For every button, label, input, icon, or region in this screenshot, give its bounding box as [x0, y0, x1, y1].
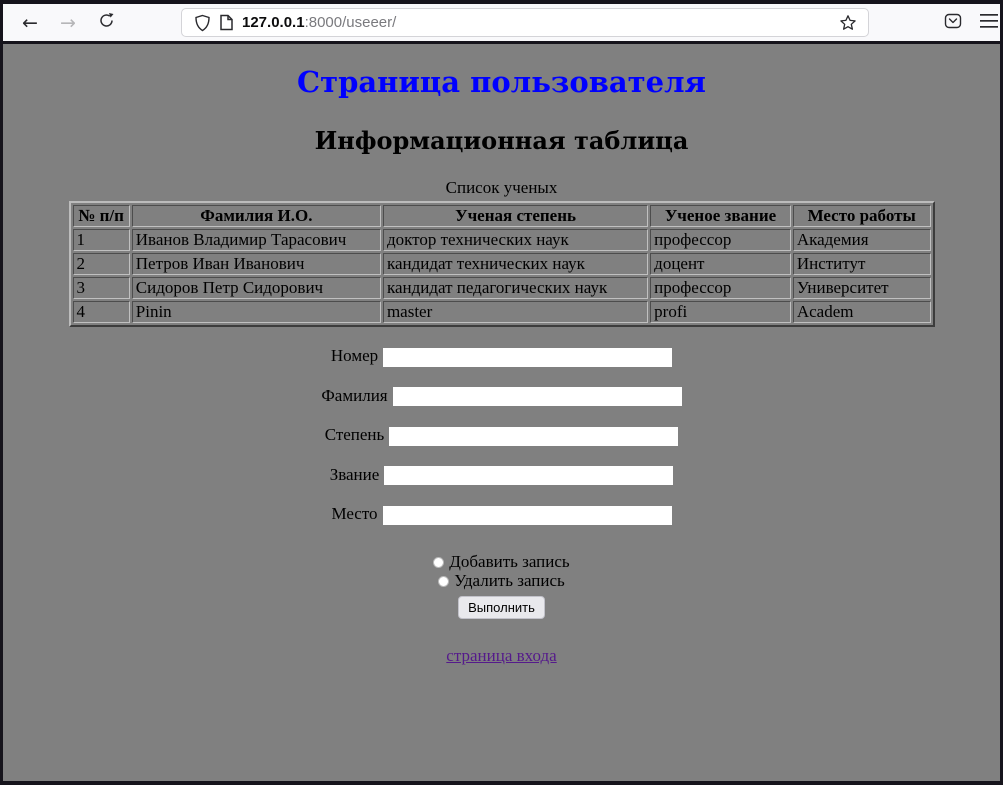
workplace-label: Место — [331, 504, 377, 523]
login-page-link[interactable]: страница входа — [446, 646, 556, 665]
cell-degree: кандидат технических наук — [383, 253, 648, 275]
reload-icon — [98, 12, 115, 34]
form-row-degree: Степень — [3, 425, 1000, 446]
degree-input[interactable] — [389, 427, 678, 446]
cell-rank: доцент — [650, 253, 791, 275]
form-row-rank: Звание — [3, 465, 1000, 486]
action-radio-group: Добавить запись Удалить запись — [3, 552, 1000, 590]
page-title: Страница пользователя — [3, 65, 1000, 99]
forward-arrow-icon: → — [60, 12, 76, 34]
url-bar[interactable]: 127.0.0.1:8000/useeer/ — [181, 8, 869, 37]
bookmark-star-icon[interactable] — [836, 11, 860, 35]
form-row-surname: Фамилия — [3, 386, 1000, 407]
surname-input[interactable] — [393, 387, 682, 406]
browser-window: ← → 127.0.0.1:8000/useeer/ — [0, 0, 1003, 785]
back-button[interactable]: ← — [15, 8, 45, 38]
page-subtitle: Информационная таблица — [3, 126, 1000, 155]
table-caption: Список ученых — [3, 178, 1000, 198]
back-arrow-icon: ← — [22, 12, 38, 34]
cell-number: 3 — [73, 277, 130, 299]
cell-workplace: Academ — [793, 301, 931, 323]
table-header-row: № п/п Фамилия И.О. Ученая степень Ученое… — [73, 205, 931, 227]
pocket-button[interactable] — [939, 10, 967, 36]
cell-surname: Иванов Владимир Тарасович — [132, 229, 381, 251]
reload-button[interactable] — [91, 8, 121, 38]
table-row: 4 Pinin master profi Academ — [73, 301, 931, 323]
number-label: Номер — [331, 346, 378, 365]
surname-label: Фамилия — [321, 386, 387, 405]
cell-workplace: Академия — [793, 229, 931, 251]
radio-row-add: Добавить запись — [3, 552, 1000, 571]
radio-row-delete: Удалить запись — [3, 571, 1000, 590]
col-header-rank: Ученое звание — [650, 205, 791, 227]
col-header-workplace: Место работы — [793, 205, 931, 227]
form-row-number: Номер — [3, 346, 1000, 367]
cell-workplace: Университет — [793, 277, 931, 299]
cell-degree: master — [383, 301, 648, 323]
add-record-label: Добавить запись — [449, 552, 569, 571]
cell-number: 4 — [73, 301, 130, 323]
pocket-icon — [943, 11, 963, 36]
table-row: 1 Иванов Владимир Тарасович доктор техни… — [73, 229, 931, 251]
url-host: 127.0.0.1 — [242, 14, 305, 31]
number-input[interactable] — [383, 348, 672, 367]
cell-surname: Сидоров Петр Сидорович — [132, 277, 381, 299]
cell-degree: доктор технических наук — [383, 229, 648, 251]
cell-rank: профессор — [650, 277, 791, 299]
cell-degree: кандидат педагогических наук — [383, 277, 648, 299]
col-header-surname: Фамилия И.О. — [132, 205, 381, 227]
table-row: 3 Сидоров Петр Сидорович кандидат педаго… — [73, 277, 931, 299]
cell-number: 1 — [73, 229, 130, 251]
url-text: 127.0.0.1:8000/useeer/ — [242, 14, 836, 31]
hamburger-menu-icon — [980, 14, 998, 33]
workplace-input[interactable] — [383, 506, 672, 525]
execute-button[interactable]: Выполнить — [458, 596, 545, 619]
col-header-degree: Ученая степень — [383, 205, 648, 227]
page-info-icon[interactable] — [214, 11, 238, 35]
shield-icon[interactable] — [190, 11, 214, 35]
page-viewport: Страница пользователя Информационная таб… — [3, 44, 1000, 781]
cell-rank: профессор — [650, 229, 791, 251]
rank-label: Звание — [330, 465, 380, 484]
delete-record-radio[interactable] — [438, 576, 449, 587]
submit-row: Выполнить — [3, 596, 1000, 619]
col-header-number: № п/п — [73, 205, 130, 227]
form-row-workplace: Место — [3, 504, 1000, 525]
rank-input[interactable] — [384, 466, 673, 485]
scientists-table: № п/п Фамилия И.О. Ученая степень Ученое… — [69, 201, 935, 327]
table-row: 2 Петров Иван Иванович кандидат техничес… — [73, 253, 931, 275]
delete-record-label: Удалить запись — [454, 571, 565, 590]
menu-button[interactable] — [975, 10, 1003, 36]
browser-toolbar: ← → 127.0.0.1:8000/useeer/ — [3, 4, 1000, 41]
cell-surname: Pinin — [132, 301, 381, 323]
cell-surname: Петров Иван Иванович — [132, 253, 381, 275]
link-row: страница входа — [3, 646, 1000, 666]
degree-label: Степень — [325, 425, 385, 444]
cell-rank: profi — [650, 301, 791, 323]
cell-number: 2 — [73, 253, 130, 275]
cell-workplace: Институт — [793, 253, 931, 275]
add-record-radio[interactable] — [433, 557, 444, 568]
forward-button[interactable]: → — [53, 8, 83, 38]
url-path: :8000/useeer/ — [305, 14, 397, 31]
